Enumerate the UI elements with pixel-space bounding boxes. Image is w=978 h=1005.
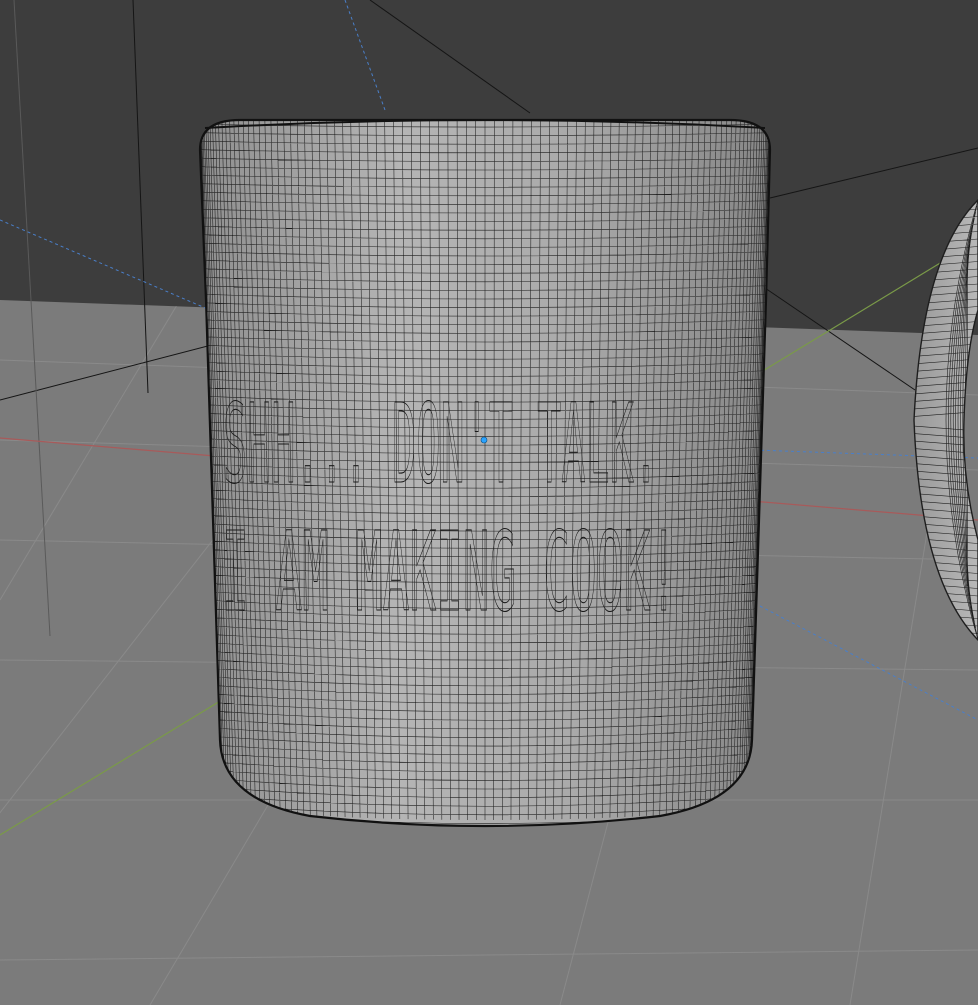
- engraving-line-2: I AM MAKING COOK!: [222, 508, 677, 636]
- object-origin-dot[interactable]: [480, 436, 488, 444]
- engraving-line-1: SHH... DON'T TALK.: [223, 380, 658, 508]
- viewport-scene[interactable]: SHH... DON'T TALK. I AM MAKING COOK!: [0, 0, 978, 1005]
- mug-engraving: SHH... DON'T TALK. I AM MAKING COOK!: [221, 379, 677, 636]
- 3d-viewport[interactable]: SHH... DON'T TALK. I AM MAKING COOK!: [0, 0, 978, 1005]
